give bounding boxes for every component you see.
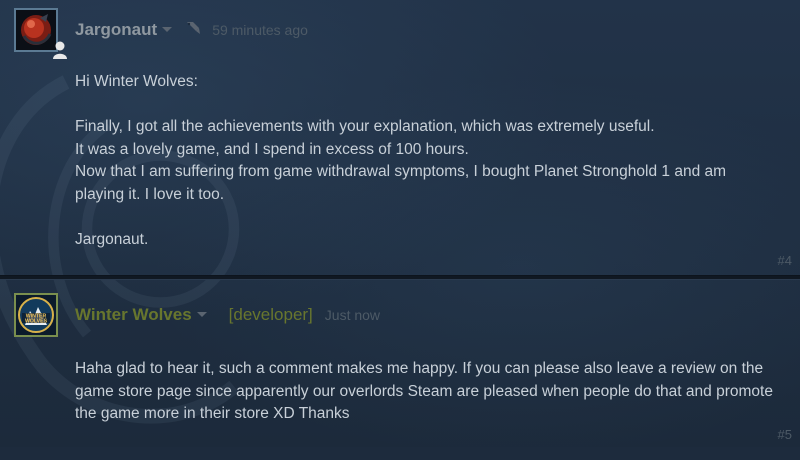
avatar-text: WOLVES [25, 319, 48, 325]
comment-paragraph: Jargonaut. [75, 230, 149, 248]
author-name[interactable]: Winter Wolves [75, 305, 192, 325]
timestamp: Just now [324, 307, 381, 323]
comment-header: Jargonaut 59 minutes ago [75, 19, 308, 40]
comment-paragraph: Finally, I got all the achievements with… [75, 118, 727, 203]
user-icon [53, 41, 67, 59]
chevron-down-icon[interactable] [162, 27, 173, 32]
comment-header: Winter Wolves [developer] Just now [75, 305, 380, 325]
comment-number[interactable]: #4 [778, 253, 792, 268]
comment-body: Hi Winter Wolves: Finally, I got all the… [75, 71, 775, 251]
avatar[interactable]: WINTER WOLVES [14, 293, 58, 337]
comment-number[interactable]: #5 [778, 427, 792, 442]
comment: Jargonaut 59 minutes ago Hi Winter Wolve… [0, 0, 800, 276]
comment-divider [0, 275, 800, 280]
edit-icon [187, 22, 201, 34]
avatar-image: WINTER WOLVES [16, 295, 56, 335]
comment: WINTER WOLVES Winter Wolves [developer] … [0, 281, 800, 447]
chevron-down-icon[interactable] [196, 312, 207, 317]
author-name[interactable]: Jargonaut [75, 20, 157, 40]
comment-paragraph: Hi Winter Wolves: [75, 73, 198, 90]
timestamp: 59 minutes ago [212, 22, 308, 38]
avatar-image [16, 10, 56, 50]
comment-body: Haha glad to hear it, such a comment mak… [75, 358, 775, 426]
comment-paragraph: Haha glad to hear it, such a comment mak… [75, 360, 773, 422]
developer-badge: [developer] [228, 305, 313, 324]
